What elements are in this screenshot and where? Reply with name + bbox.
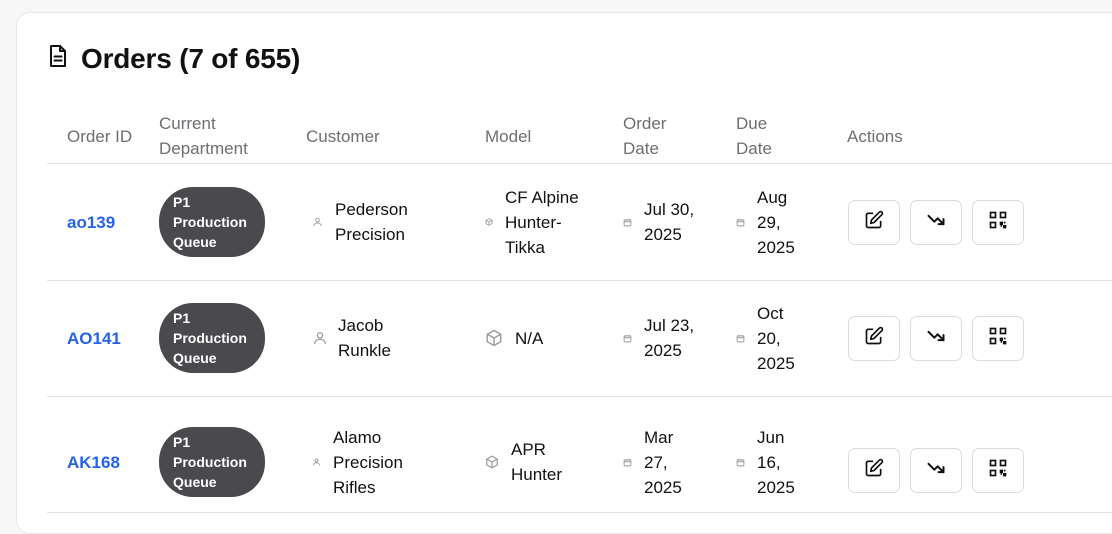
edit-button[interactable] [848, 200, 900, 245]
trend-down-icon [926, 326, 946, 351]
trend-down-icon [926, 210, 946, 235]
trend-button[interactable] [910, 200, 962, 245]
due-date: Aug 29, 2025 [757, 187, 795, 257]
order-date: Jul 23, 2025 [644, 316, 695, 360]
qr-code-button[interactable] [972, 200, 1024, 245]
calendar-icon [623, 458, 632, 467]
model-name: N/A [515, 328, 544, 348]
calendar-icon [736, 458, 745, 467]
edit-icon [864, 458, 884, 483]
table-row[interactable]: ao139 P1 Production Queue Pederson Preci… [47, 164, 1112, 281]
document-icon [47, 43, 69, 75]
box-icon [485, 455, 499, 469]
user-icon [312, 329, 328, 347]
page-title-text: Orders (7 of 655) [81, 43, 301, 74]
edit-button[interactable] [848, 448, 900, 493]
due-date: Jun 16, 2025 [757, 427, 795, 497]
order-id-link[interactable]: AO141 [67, 326, 121, 351]
table-row[interactable]: AO141 P1 Production Queue Jacob Runkle N… [47, 280, 1112, 397]
department-badge: P1 Production Queue [159, 187, 265, 257]
qr-code-button[interactable] [972, 448, 1024, 493]
qr-code-button[interactable] [972, 316, 1024, 361]
table-header: Order ID Current Department Customer Mod… [47, 109, 1112, 164]
order-id-link[interactable]: AK168 [67, 450, 120, 475]
trend-button[interactable] [910, 316, 962, 361]
trend-button[interactable] [910, 448, 962, 493]
order-date: Jul 30, 2025 [644, 200, 695, 244]
box-icon [485, 218, 493, 226]
calendar-icon [736, 218, 745, 227]
customer-name: Pederson Precision [335, 200, 408, 244]
column-header-actions: Actions [847, 126, 903, 146]
order-id-link[interactable]: ao139 [67, 210, 115, 235]
trend-down-icon [926, 458, 946, 483]
order-date: Mar 27, 2025 [644, 427, 682, 497]
user-icon [312, 457, 321, 467]
table-row[interactable]: AK168 P1 Production Queue Alamo Precisio… [47, 396, 1112, 513]
customer-name: Alamo Precision Rifles [333, 427, 403, 497]
calendar-icon [623, 334, 632, 343]
qr-code-icon [988, 210, 1008, 235]
calendar-icon [623, 218, 632, 227]
page-title: Orders (7 of 655) [47, 43, 300, 75]
column-header-model[interactable]: Model [485, 109, 585, 163]
column-header-department[interactable]: Current Department [159, 109, 269, 163]
customer-name: Jacob Runkle [338, 316, 391, 360]
department-badge: P1 Production Queue [159, 303, 265, 373]
edit-icon [864, 326, 884, 351]
model-name: APR Hunter [511, 440, 563, 484]
due-date: Oct 20, 2025 [757, 303, 795, 373]
column-header-due-date[interactable]: Due Date [736, 109, 796, 163]
column-header-order-id[interactable]: Order ID [67, 109, 137, 163]
column-header-customer[interactable]: Customer [306, 109, 456, 163]
department-badge: P1 Production Queue [159, 427, 265, 497]
user-icon [312, 216, 323, 228]
calendar-icon [736, 334, 745, 343]
orders-card: Orders (7 of 655) Order ID Current Depar… [16, 12, 1112, 534]
qr-code-icon [988, 326, 1008, 351]
column-header-order-date[interactable]: Order Date [623, 109, 683, 163]
model-name: CF Alpine Hunter-Tikka [505, 187, 579, 257]
box-icon [485, 329, 503, 347]
edit-icon [864, 210, 884, 235]
edit-button[interactable] [848, 316, 900, 361]
qr-code-icon [988, 458, 1008, 483]
